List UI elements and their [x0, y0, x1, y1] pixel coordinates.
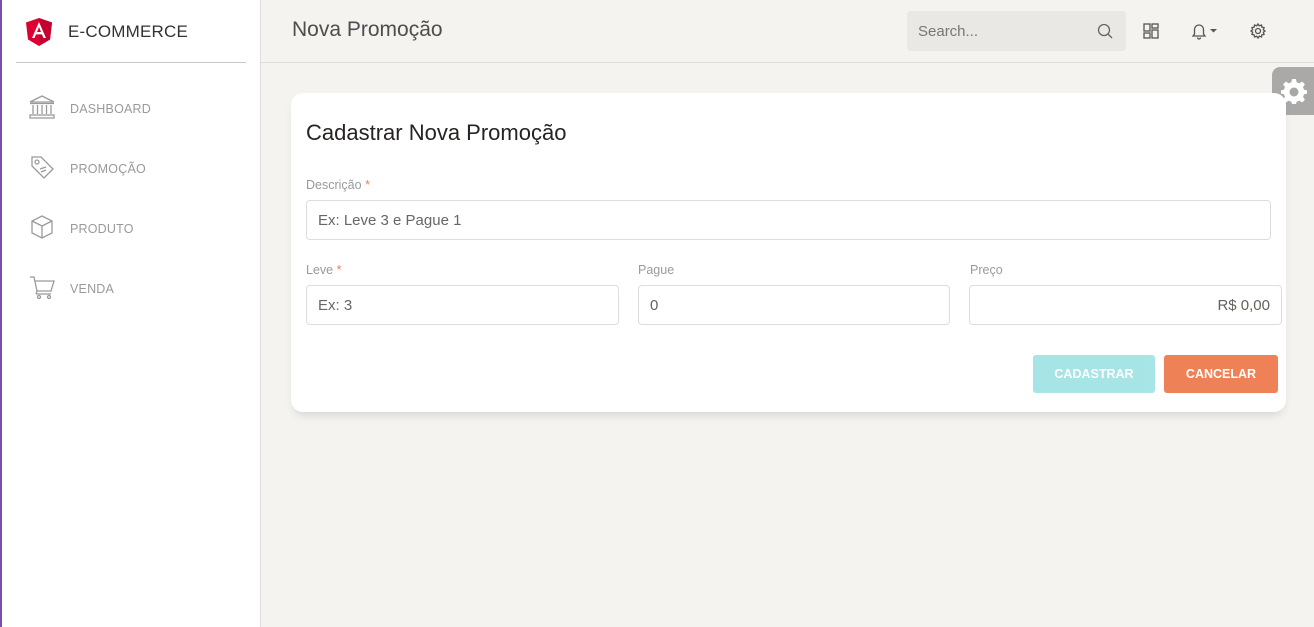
promo-form-card: Cadastrar Nova Promoção Descrição * Leve… [291, 93, 1286, 412]
sidebar-item-produto[interactable]: PRODUTO [2, 202, 261, 252]
box-icon [31, 215, 53, 239]
top-navbar: Nova Promoção [261, 0, 1314, 63]
sidebar-item-promocao[interactable]: PROMOÇÃO [2, 142, 261, 192]
sidebar-item-label: VENDA [70, 282, 115, 296]
sidebar-item-venda[interactable]: VENDA [2, 262, 261, 312]
page-title: Nova Promoção [292, 18, 443, 41]
bell-icon[interactable] [1189, 21, 1223, 41]
required-mark: * [336, 263, 342, 277]
search-icon[interactable] [1097, 23, 1113, 39]
form-title: Cadastrar Nova Promoção [306, 120, 567, 145]
preco-label: Preço [970, 263, 1003, 277]
descricao-input[interactable] [306, 200, 1271, 240]
cart-icon [30, 276, 55, 300]
sidebar-item-dashboard[interactable]: DASHBOARD [2, 82, 261, 132]
brand-name: E-COMMERCE [68, 22, 189, 41]
descricao-label-text: Descrição [306, 178, 362, 192]
gear-icon[interactable] [1248, 21, 1268, 41]
angular-logo-icon [26, 18, 52, 46]
search-box [907, 11, 1126, 51]
sidebar-item-label: PROMOÇÃO [70, 162, 146, 176]
pague-label: Pague [638, 263, 675, 277]
tag-icon [31, 156, 54, 179]
cancelar-button[interactable]: CANCELAR [1164, 355, 1278, 393]
pague-input[interactable] [638, 285, 950, 325]
brand-row[interactable]: E-COMMERCE [16, 0, 246, 63]
descricao-label: Descrição * [306, 178, 370, 192]
grid-icon[interactable] [1141, 21, 1161, 41]
required-mark: * [365, 178, 370, 192]
sidebar: E-COMMERCE DASHBOARD PROMOÇÃO PRODUTO VE… [0, 0, 261, 627]
sidebar-item-label: PRODUTO [70, 222, 134, 236]
leve-label-text: Leve [306, 263, 334, 277]
search-input[interactable] [907, 11, 1092, 51]
bank-icon [29, 95, 55, 119]
leve-input[interactable] [306, 285, 619, 325]
cadastrar-button[interactable]: CADASTRAR [1033, 355, 1155, 393]
sidebar-item-label: DASHBOARD [70, 102, 151, 116]
preco-input[interactable] [969, 285, 1282, 325]
leve-label: Leve * [306, 263, 341, 277]
